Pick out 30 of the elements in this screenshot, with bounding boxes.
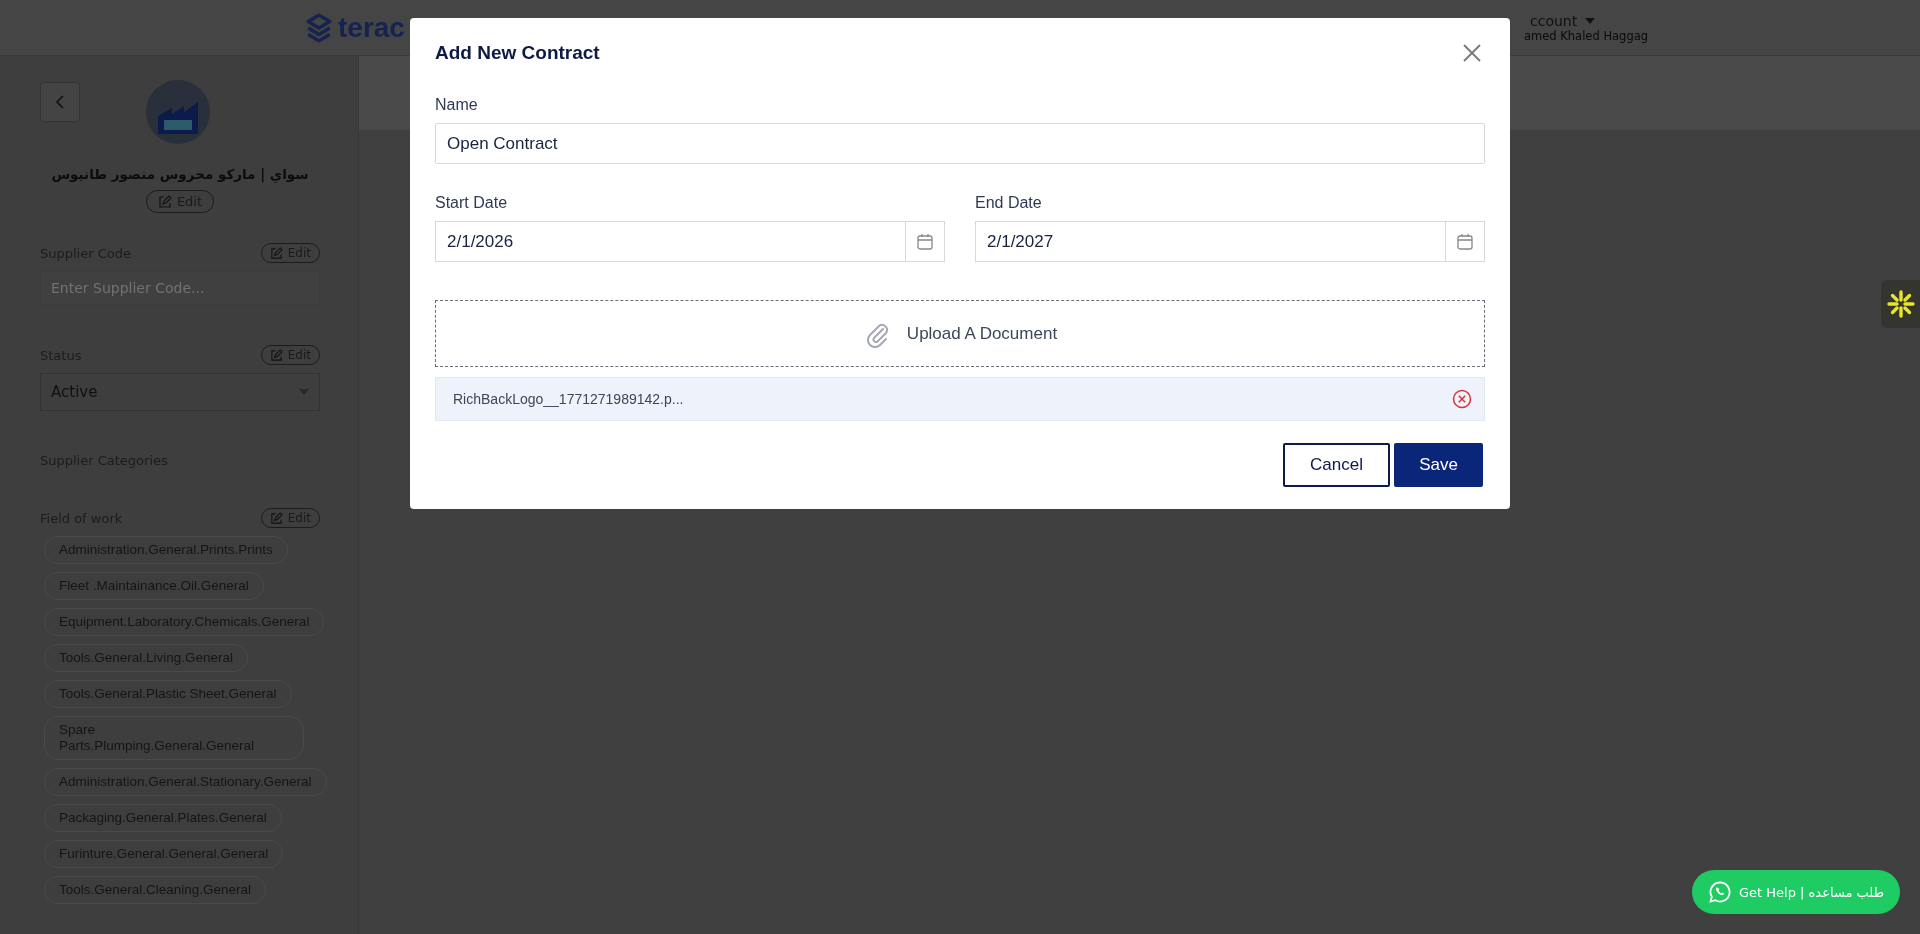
help-button[interactable]: Get Help | طلب مساعده [1692, 870, 1900, 914]
back-icon[interactable] [54, 94, 66, 110]
caret-icon[interactable] [1585, 17, 1596, 24]
remove-icon[interactable] [1452, 389, 1472, 409]
back-button[interactable] [40, 82, 80, 122]
widget-button[interactable] [1881, 280, 1920, 328]
upload-dropzone[interactable]: Upload A Document [435, 300, 1485, 367]
chat-icon[interactable] [1707, 880, 1732, 904]
factory-avatar-icon [146, 80, 210, 144]
dialog-title: Add New Contract [435, 42, 600, 64]
field-label: Start Date [435, 194, 509, 212]
name-field[interactable]: Open Contract [435, 123, 1485, 164]
calendar-icon[interactable] [1456, 232, 1474, 251]
field-label: Name [435, 96, 479, 114]
cancel-button[interactable]: Cancel [1283, 443, 1390, 487]
date-field[interactable]: 2/1/2026 [435, 221, 905, 262]
edit-icon[interactable] [269, 348, 283, 362]
user-name: amed Khaled Haggag [1524, 28, 1650, 43]
edit-icon[interactable] [269, 246, 283, 260]
calendar-button[interactable] [1445, 221, 1485, 262]
calendar-icon[interactable] [916, 232, 934, 251]
date-field[interactable]: 2/1/2027 [975, 221, 1445, 262]
file-name: RichBackLogo__1771271989142.p... [453, 391, 684, 407]
calendar-button[interactable] [905, 221, 945, 262]
edit-icon[interactable] [157, 194, 172, 209]
sparkle-icon [1887, 290, 1915, 318]
edit-icon[interactable] [269, 511, 283, 525]
save-button[interactable]: Save [1394, 443, 1483, 487]
field-label: End Date [975, 194, 1043, 212]
logo-icon [306, 12, 332, 43]
